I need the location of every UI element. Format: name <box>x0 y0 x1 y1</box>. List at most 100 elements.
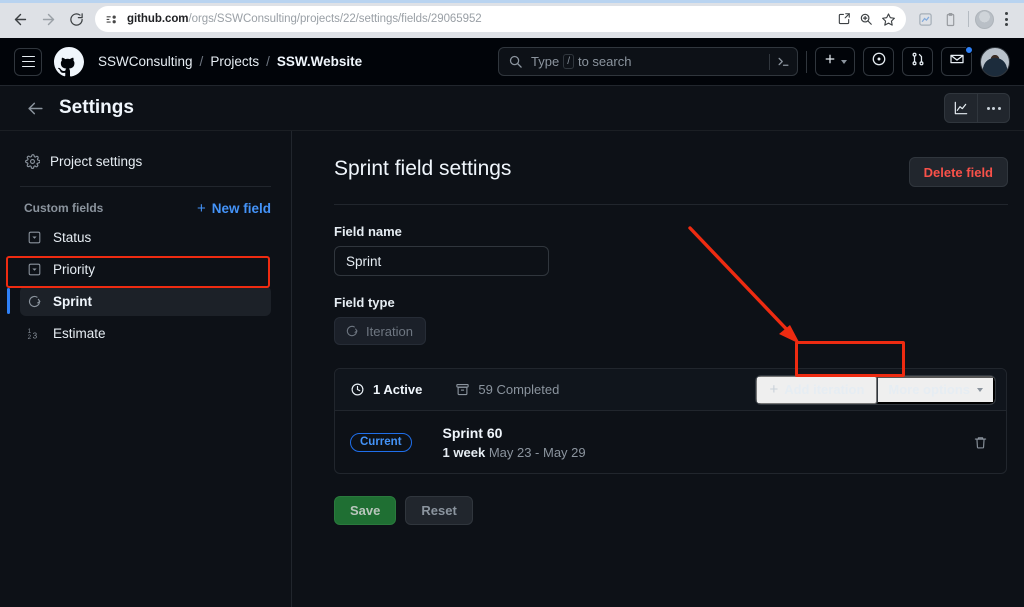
status-badge: Current <box>350 433 412 452</box>
browser-profile-avatar[interactable] <box>975 10 994 29</box>
sidebar-item-estimate[interactable]: 123 Estimate <box>20 318 271 348</box>
page-title-settings: Settings <box>59 97 134 119</box>
pull-requests-button[interactable] <box>902 47 933 76</box>
url-bar[interactable]: github.com/orgs/SSWConsulting/projects/2… <box>95 6 906 32</box>
sidebar-item-status[interactable]: Status <box>20 222 271 252</box>
iteration-info: Sprint 60 1 week May 23 - May 29 <box>443 425 586 460</box>
page-content: Project settings Custom fields + New fie… <box>0 131 1024 607</box>
forward-arrow-icon[interactable] <box>35 6 61 32</box>
breadcrumb-separator: / <box>266 54 270 69</box>
back-arrow-icon[interactable] <box>7 6 33 32</box>
analytics-extension-icon[interactable] <box>913 7 937 31</box>
github-global-header: SSWConsulting / Projects / SSW.Website T… <box>0 38 1024 86</box>
breadcrumb: SSWConsulting / Projects / SSW.Website <box>98 54 362 69</box>
user-avatar[interactable] <box>980 47 1010 77</box>
share-screen-icon[interactable] <box>834 9 854 29</box>
plus-icon: + <box>197 201 206 216</box>
form-actions: Save Reset <box>334 496 1008 525</box>
iteration-action-group: + Add iteration More options <box>755 375 996 405</box>
breadcrumb-separator: / <box>200 54 204 69</box>
single-select-icon <box>26 229 42 245</box>
iteration-icon <box>26 293 42 309</box>
bookmark-star-icon[interactable] <box>878 9 898 29</box>
field-name-input[interactable] <box>334 246 549 276</box>
sidebar-item-label: Status <box>53 230 91 245</box>
field-settings-panel: Sprint field settings Delete field Field… <box>292 131 1024 607</box>
breadcrumb-org[interactable]: SSWConsulting <box>98 54 193 69</box>
svg-text:3: 3 <box>32 331 37 340</box>
chevron-down-icon <box>841 60 847 64</box>
sidebar-item-label: Estimate <box>53 326 106 341</box>
zoom-magnifier-icon[interactable] <box>856 9 876 29</box>
header-right-controls: Type / to search <box>498 47 1010 77</box>
sidebar-item-sprint[interactable]: Sprint <box>20 286 271 316</box>
search-placeholder-before: Type <box>531 54 559 69</box>
plus-icon: + <box>769 382 778 397</box>
site-settings-icon[interactable] <box>104 12 119 27</box>
single-select-icon <box>26 261 42 277</box>
custom-fields-section-header: Custom fields + New field <box>20 196 271 220</box>
more-options-button[interactable]: More options <box>877 376 995 404</box>
url-host: github.com <box>127 13 188 25</box>
issues-button[interactable] <box>863 47 894 76</box>
field-type-value-button: Iteration <box>334 317 426 345</box>
sidebar-item-label: Sprint <box>53 294 92 309</box>
search-placeholder-after: to search <box>578 54 631 69</box>
field-type-label: Field type <box>334 295 1008 310</box>
reload-icon[interactable] <box>63 6 89 32</box>
panel-header: Sprint field settings Delete field <box>334 157 1008 187</box>
trash-icon[interactable] <box>966 428 994 456</box>
url-text: github.com/orgs/SSWConsulting/projects/2… <box>127 13 832 25</box>
iteration-row[interactable]: Current Sprint 60 1 week May 23 - May 29 <box>335 411 1006 473</box>
tab-completed-iterations[interactable]: 59 Completed <box>455 382 559 397</box>
delete-field-button[interactable]: Delete field <box>909 157 1008 187</box>
new-field-label: New field <box>212 201 271 216</box>
notification-badge-dot <box>965 46 973 54</box>
breadcrumb-project-name[interactable]: SSW.Website <box>277 54 362 69</box>
search-input[interactable]: Type / to search <box>498 47 798 76</box>
clock-icon <box>350 382 365 397</box>
settings-action-group <box>944 93 1010 123</box>
iteration-icon <box>345 324 359 338</box>
search-icon <box>508 54 523 69</box>
iterations-card: 1 Active 59 Completed + Add iteration <box>334 368 1007 474</box>
field-type-text: Iteration <box>366 324 413 339</box>
issue-opened-icon <box>871 51 887 72</box>
insights-graph-icon[interactable] <box>945 94 977 122</box>
add-iteration-button[interactable]: + Add iteration <box>756 376 877 404</box>
arrow-left-icon[interactable] <box>26 99 45 118</box>
field-name-label: Field name <box>334 224 1008 239</box>
reset-button[interactable]: Reset <box>405 496 472 525</box>
clipboard-extension-icon[interactable] <box>938 7 962 31</box>
search-divider <box>769 54 770 70</box>
sidebar-divider <box>20 186 271 187</box>
add-iteration-label: Add iteration <box>784 382 864 397</box>
new-field-button[interactable]: + New field <box>197 201 271 216</box>
iterations-card-header: 1 Active 59 Completed + Add iteration <box>335 369 1006 411</box>
custom-fields-label: Custom fields <box>24 201 103 215</box>
inbox-icon <box>949 51 965 72</box>
tab-completed-label: 59 Completed <box>478 382 559 397</box>
create-new-button[interactable] <box>815 47 855 76</box>
sidebar-item-priority[interactable]: Priority <box>20 254 271 284</box>
iteration-date-range: May 23 - May 29 <box>489 445 586 460</box>
title-divider <box>334 204 1008 205</box>
iteration-name: Sprint 60 <box>443 425 586 441</box>
plus-icon <box>823 52 837 71</box>
header-divider <box>806 51 807 73</box>
browser-toolbar: github.com/orgs/SSWConsulting/projects/2… <box>0 0 1024 38</box>
breadcrumb-projects[interactable]: Projects <box>210 54 259 69</box>
url-path: /orgs/SSWConsulting/projects/22/settings… <box>188 13 481 25</box>
browser-kebab-menu-icon[interactable] <box>995 7 1017 31</box>
save-button[interactable]: Save <box>334 496 396 525</box>
tab-active-iterations[interactable]: 1 Active <box>350 382 422 397</box>
sidebar-item-label: Priority <box>53 262 95 277</box>
kebab-horizontal-icon[interactable] <box>977 94 1009 122</box>
sidebar-item-project-settings[interactable]: Project settings <box>20 147 271 175</box>
hamburger-menu-icon[interactable] <box>14 48 42 76</box>
terminal-icon[interactable] <box>776 54 791 69</box>
sidebar-item-label: Project settings <box>50 154 142 169</box>
gear-icon <box>24 153 40 169</box>
github-mark-icon[interactable] <box>54 47 84 77</box>
iteration-duration: 1 week <box>443 445 486 460</box>
